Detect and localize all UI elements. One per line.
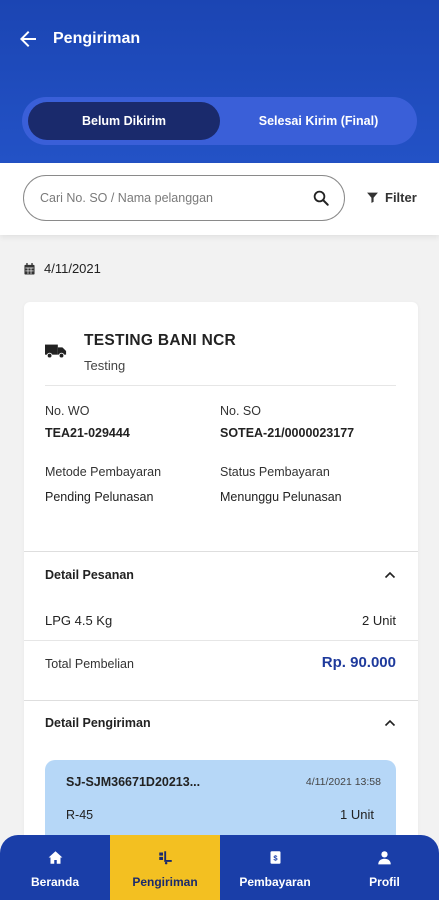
shipment-item-qty: 1 Unit bbox=[340, 807, 374, 822]
search-input[interactable] bbox=[40, 176, 300, 220]
chevron-up-icon[interactable] bbox=[384, 719, 396, 727]
search-bar: Filter bbox=[0, 163, 439, 235]
filter-button[interactable]: Filter bbox=[366, 190, 417, 205]
section-separator bbox=[24, 551, 418, 552]
status-tab-bar: Belum Dikirim Selesai Kirim (Final) bbox=[22, 97, 417, 145]
nav-pembayaran[interactable]: $ Pembayaran bbox=[220, 835, 330, 900]
search-box bbox=[23, 175, 345, 221]
back-arrow-icon[interactable] bbox=[16, 27, 40, 51]
order-item-name: LPG 4.5 Kg bbox=[45, 613, 113, 628]
tab-selesai-kirim[interactable]: Selesai Kirim (Final) bbox=[226, 102, 411, 140]
customer-subtitle: Testing bbox=[84, 358, 126, 373]
total-label: Total Pembelian bbox=[45, 657, 134, 671]
truck-icon bbox=[45, 344, 67, 359]
calendar-icon bbox=[24, 262, 35, 274]
order-detail-title[interactable]: Detail Pesanan bbox=[45, 568, 134, 582]
payment-method-label: Metode Pembayaran bbox=[45, 465, 162, 479]
home-icon bbox=[48, 851, 62, 864]
app-header: Pengiriman Belum Dikirim Selesai Kirim (… bbox=[0, 0, 439, 163]
payment-method-value: Pending Pelunasan bbox=[45, 490, 154, 504]
chevron-up-icon[interactable] bbox=[384, 571, 396, 579]
tab-belum-dikirim[interactable]: Belum Dikirim bbox=[28, 102, 220, 140]
shipment-datetime: 4/11/2021 13:58 bbox=[305, 776, 381, 788]
profile-icon bbox=[378, 851, 391, 865]
nav-label: Profil bbox=[369, 875, 400, 889]
date-label: 4/11/2021 bbox=[44, 261, 101, 276]
payment-status-label: Status Pembayaran bbox=[220, 465, 330, 479]
section-separator bbox=[24, 700, 418, 701]
order-item-qty: 2 Unit bbox=[362, 613, 396, 628]
shipment-code: SJ-SJM36671D20213... bbox=[66, 775, 201, 789]
filter-icon bbox=[367, 192, 378, 203]
payment-status-value: Menunggu Pelunasan bbox=[220, 490, 342, 504]
divider bbox=[45, 385, 396, 386]
delivery-icon bbox=[158, 851, 172, 865]
divider bbox=[24, 640, 418, 641]
date-row: 4/11/2021 bbox=[24, 261, 101, 276]
shipment-item-name: R-45 bbox=[66, 808, 94, 822]
customer-name: TESTING BANI NCR bbox=[84, 332, 237, 349]
page-title: Pengiriman bbox=[53, 30, 141, 47]
search-icon[interactable] bbox=[312, 189, 330, 207]
no-wo-label: No. WO bbox=[45, 404, 90, 418]
nav-label: Pembayaran bbox=[239, 875, 311, 889]
nav-pengiriman[interactable]: Pengiriman bbox=[110, 835, 220, 900]
nav-label: Beranda bbox=[30, 875, 80, 889]
total-value: Rp. 90.000 bbox=[321, 654, 396, 671]
nav-label: Pengiriman bbox=[132, 875, 198, 889]
no-so-label: No. SO bbox=[220, 404, 261, 418]
nav-profil[interactable]: Profil bbox=[330, 835, 439, 900]
no-wo-value: TEA21-029444 bbox=[45, 426, 130, 440]
bottom-navigation: Beranda Pengiriman $ Pembayaran Profil bbox=[0, 835, 439, 900]
payment-icon: $ bbox=[270, 851, 280, 864]
filter-label: Filter bbox=[385, 190, 417, 205]
order-card[interactable]: TESTING BANI NCR Testing No. WO TEA21-02… bbox=[24, 302, 418, 862]
no-so-value: SOTEA-21/0000023177 bbox=[220, 426, 355, 440]
nav-beranda[interactable]: Beranda bbox=[0, 835, 110, 900]
shipping-detail-title[interactable]: Detail Pengiriman bbox=[45, 716, 151, 730]
